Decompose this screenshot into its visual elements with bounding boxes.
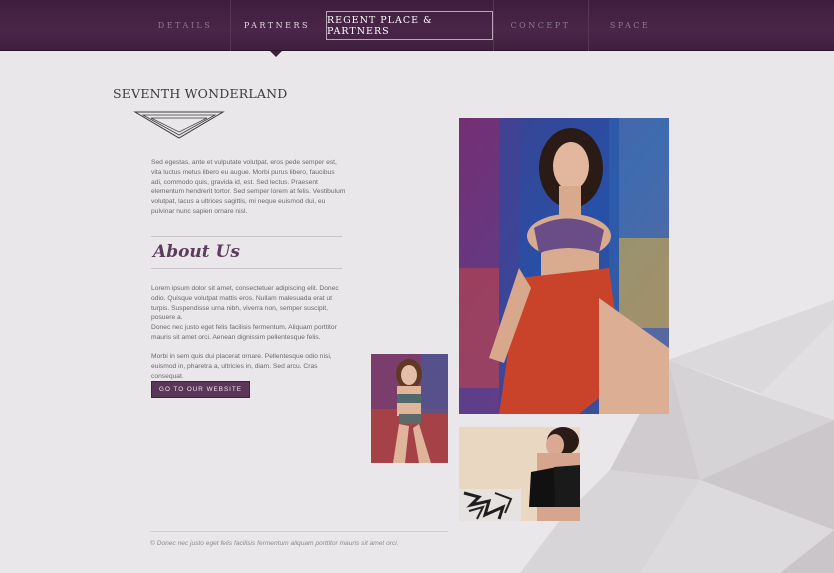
about-paragraph-2: Donec nec justo eget felis facilisis fer… <box>151 324 337 341</box>
logo-triangle-icon <box>133 111 225 139</box>
nav-item-regent-place-partners[interactable]: REGENT PLACE & PARTNERS <box>326 11 493 40</box>
nav-item-concept[interactable]: CONCEPT <box>493 0 588 51</box>
go-to-website-button[interactable]: GO TO OUR WEBSITE <box>151 381 250 398</box>
model-photo-small[interactable] <box>371 354 448 463</box>
intro-paragraph: Sed egestas, ante et vulputate volutpat,… <box>151 159 346 215</box>
model-photo-large[interactable] <box>459 118 669 414</box>
about-paragraph-3: Morbi in sem quis dui placerat ornare. P… <box>151 353 332 380</box>
model-photo-bottom[interactable] <box>459 427 580 521</box>
about-top-rule <box>151 236 342 237</box>
about-bottom-rule <box>151 268 342 269</box>
nav-item-details[interactable]: DETAILS <box>140 0 230 51</box>
seventh-wonderland-logo[interactable]: SEVENTH WONDERLAND <box>113 86 288 142</box>
footer-divider <box>150 531 448 532</box>
model-photo-large-image <box>459 118 669 414</box>
nav-item-partners[interactable]: PARTNERS <box>230 0 324 51</box>
nav-item-space[interactable]: SPACE <box>588 0 672 51</box>
top-navigation: DETAILS PARTNERS REGENT PLACE & PARTNERS… <box>0 0 834 51</box>
about-paragraph-1: Lorem ipsum dolor sit amet, consectetuer… <box>151 285 339 322</box>
model-photo-small-image <box>371 354 448 463</box>
logo-text: SEVENTH WONDERLAND <box>113 86 288 101</box>
footer-copyright: © Donec nec justo eget felis facilisis f… <box>150 540 399 547</box>
model-photo-bottom-image <box>459 427 580 521</box>
active-nav-caret <box>270 51 282 57</box>
about-us-heading: About Us <box>153 242 240 262</box>
